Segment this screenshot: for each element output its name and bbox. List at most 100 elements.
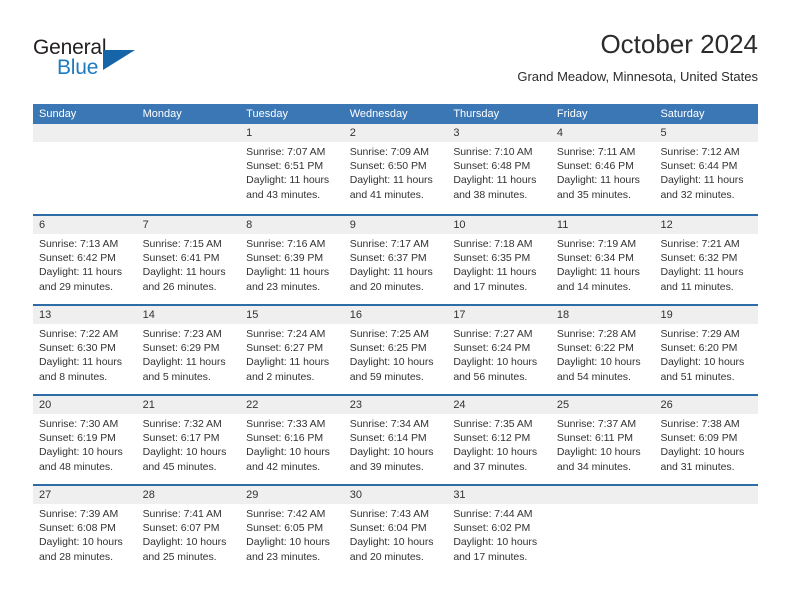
day-cell[interactable]: 17 Sunrise: 7:27 AM Sunset: 6:24 PM Dayligh…	[447, 306, 551, 394]
day-cell[interactable]: 14 Sunrise: 7:23 AM Sunset: 6:29 PM Dayligh…	[137, 306, 241, 394]
page-title: October 2024	[600, 29, 758, 59]
sunset-time: Sunset: 6:25 PM	[349, 342, 427, 355]
day-cell-empty	[654, 486, 758, 574]
day-number: 30	[349, 489, 362, 501]
sunset-time: Sunset: 6:27 PM	[246, 342, 324, 355]
day-sun-info: Sunrise: 7:07 AM Sunset: 6:51 PM Daylight:…	[246, 145, 338, 202]
day-cell[interactable]: 3 Sunrise: 7:10 AM Sunset: 6:48 PM Daylight…	[447, 124, 551, 214]
day-cell[interactable]: 20 Sunrise: 7:30 AM Sunset: 6:19 PM Dayligh…	[33, 396, 137, 484]
day-number: 10	[453, 219, 466, 231]
daylight-duration-line1: Daylight: 10 hours	[453, 446, 538, 459]
day-number: 7	[142, 219, 149, 231]
day-sun-info: Sunrise: 7:09 AM Sunset: 6:50 PM Daylight:…	[350, 145, 442, 202]
day-cell[interactable]: 10 Sunrise: 7:18 AM Sunset: 6:35 PM Dayligh…	[447, 216, 551, 304]
daylight-duration-line2: and 8 minutes.	[39, 370, 108, 383]
day-cell[interactable]: 22 Sunrise: 7:33 AM Sunset: 6:16 PM Dayligh…	[240, 396, 344, 484]
daylight-duration-line1: Daylight: 10 hours	[142, 446, 227, 459]
day-cell[interactable]: 26 Sunrise: 7:38 AM Sunset: 6:09 PM Dayligh…	[654, 396, 758, 484]
day-cell[interactable]: 28 Sunrise: 7:41 AM Sunset: 6:07 PM Dayligh…	[137, 486, 241, 574]
day-cell[interactable]: 5 Sunrise: 7:12 AM Sunset: 6:44 PM Daylight…	[654, 124, 758, 214]
calendar-week-row: 20 Sunrise: 7:30 AM Sunset: 6:19 PM Dayligh…	[33, 394, 758, 484]
daylight-duration-line2: and 28 minutes.	[39, 550, 113, 563]
daylight-duration-line2: and 31 minutes.	[660, 460, 735, 473]
day-number: 26	[660, 399, 673, 411]
daylight-duration-line1: Daylight: 10 hours	[660, 356, 745, 369]
day-number: 29	[246, 489, 259, 501]
sunrise-time: Sunrise: 7:37 AM	[556, 418, 637, 430]
general-blue-logo[interactable]: General Blue	[33, 36, 153, 84]
day-number: 2	[349, 127, 356, 139]
day-number: 19	[660, 309, 673, 321]
day-cell[interactable]: 12 Sunrise: 7:21 AM Sunset: 6:32 PM Dayligh…	[654, 216, 758, 304]
day-sun-info: Sunrise: 7:29 AM Sunset: 6:20 PM Daylight:…	[660, 327, 752, 384]
day-sun-info: Sunrise: 7:18 AM Sunset: 6:35 PM Daylight:…	[453, 237, 545, 294]
day-sun-info: Sunrise: 7:43 AM Sunset: 6:04 PM Daylight:…	[350, 507, 442, 564]
sunrise-time: Sunrise: 7:34 AM	[349, 418, 429, 430]
daylight-duration-line2: and 23 minutes.	[246, 280, 321, 293]
day-cell[interactable]: 23 Sunrise: 7:34 AM Sunset: 6:14 PM Dayligh…	[344, 396, 448, 484]
day-cell[interactable]: 9 Sunrise: 7:17 AM Sunset: 6:37 PM Daylight…	[344, 216, 448, 304]
daylight-duration-line2: and 41 minutes.	[349, 188, 424, 201]
sunrise-time: Sunrise: 7:16 AM	[246, 238, 326, 250]
day-cell[interactable]: 4 Sunrise: 7:11 AM Sunset: 6:46 PM Daylight…	[551, 124, 655, 214]
sunrise-time: Sunrise: 7:23 AM	[142, 328, 222, 340]
day-cell[interactable]: 7 Sunrise: 7:15 AM Sunset: 6:41 PM Daylight…	[137, 216, 241, 304]
sunrise-time: Sunrise: 7:11 AM	[556, 146, 636, 158]
day-sun-info: Sunrise: 7:12 AM Sunset: 6:44 PM Daylight:…	[660, 145, 752, 202]
daylight-duration-line2: and 5 minutes.	[142, 370, 211, 383]
daylight-duration-line2: and 34 minutes.	[556, 460, 631, 473]
day-cell[interactable]: 2 Sunrise: 7:09 AM Sunset: 6:50 PM Daylight…	[344, 124, 448, 214]
day-number: 23	[349, 399, 362, 411]
daylight-duration-line1: Daylight: 11 hours	[142, 356, 226, 369]
daylight-duration-line1: Daylight: 10 hours	[556, 356, 641, 369]
sunset-time: Sunset: 6:42 PM	[39, 252, 116, 265]
calendar-week-row: 13 Sunrise: 7:22 AM Sunset: 6:30 PM Dayligh…	[33, 304, 758, 394]
day-cell[interactable]: 6 Sunrise: 7:13 AM Sunset: 6:42 PM Daylight…	[33, 216, 137, 304]
sunrise-time: Sunrise: 7:25 AM	[349, 328, 429, 340]
sunset-time: Sunset: 6:11 PM	[556, 432, 633, 445]
day-cell[interactable]: 19 Sunrise: 7:29 AM Sunset: 6:20 PM Dayligh…	[654, 306, 758, 394]
weekday-header-thursday: Thursday	[453, 108, 500, 120]
day-cell[interactable]: 31 Sunrise: 7:44 AM Sunset: 6:02 PM Dayligh…	[447, 486, 551, 574]
sunset-time: Sunset: 6:08 PM	[39, 522, 116, 535]
day-cell[interactable]: 27 Sunrise: 7:39 AM Sunset: 6:08 PM Dayligh…	[33, 486, 137, 574]
daylight-duration-line2: and 37 minutes.	[453, 460, 528, 473]
day-cell[interactable]: 8 Sunrise: 7:16 AM Sunset: 6:39 PM Daylight…	[240, 216, 344, 304]
calendar-week-row: 1 Sunrise: 7:07 AM Sunset: 6:51 PM Daylight…	[33, 124, 758, 214]
day-cell[interactable]: 15 Sunrise: 7:24 AM Sunset: 6:27 PM Dayligh…	[240, 306, 344, 394]
calendar-week-row: 27 Sunrise: 7:39 AM Sunset: 6:08 PM Dayligh…	[33, 484, 758, 574]
daylight-duration-line1: Daylight: 10 hours	[349, 446, 434, 459]
day-number: 1	[246, 127, 253, 139]
day-cell[interactable]: 29 Sunrise: 7:42 AM Sunset: 6:05 PM Dayligh…	[240, 486, 344, 574]
sunrise-time: Sunrise: 7:43 AM	[349, 508, 429, 520]
sunset-time: Sunset: 6:20 PM	[660, 342, 738, 355]
day-sun-info: Sunrise: 7:38 AM Sunset: 6:09 PM Daylight:…	[660, 417, 752, 474]
sunrise-time: Sunrise: 7:13 AM	[39, 238, 119, 250]
daylight-duration-line2: and 23 minutes.	[246, 550, 321, 563]
daylight-duration-line1: Daylight: 10 hours	[453, 536, 538, 549]
day-cell[interactable]: 16 Sunrise: 7:25 AM Sunset: 6:25 PM Dayligh…	[344, 306, 448, 394]
sunrise-time: Sunrise: 7:27 AM	[453, 328, 533, 340]
day-cell[interactable]: 1 Sunrise: 7:07 AM Sunset: 6:51 PM Daylight…	[240, 124, 344, 214]
logo-text-blue: Blue	[57, 56, 99, 79]
daylight-duration-line2: and 11 minutes.	[660, 280, 734, 293]
day-cell[interactable]: 11 Sunrise: 7:19 AM Sunset: 6:34 PM Dayligh…	[551, 216, 655, 304]
daylight-duration-line2: and 35 minutes.	[556, 188, 631, 201]
daylight-duration-line1: Daylight: 11 hours	[453, 174, 537, 187]
sunrise-time: Sunrise: 7:28 AM	[556, 328, 637, 340]
day-number	[143, 124, 235, 142]
day-number: 3	[453, 127, 460, 139]
weekday-header-monday: Monday	[142, 108, 182, 120]
day-number	[39, 124, 131, 142]
day-cell[interactable]: 24 Sunrise: 7:35 AM Sunset: 6:12 PM Dayligh…	[447, 396, 551, 484]
day-sun-info: Sunrise: 7:24 AM Sunset: 6:27 PM Daylight:…	[246, 327, 338, 384]
sunset-time: Sunset: 6:41 PM	[142, 252, 220, 265]
day-sun-info: Sunrise: 7:27 AM Sunset: 6:24 PM Daylight:…	[453, 327, 545, 384]
day-cell[interactable]: 30 Sunrise: 7:43 AM Sunset: 6:04 PM Dayligh…	[344, 486, 448, 574]
daylight-duration-line2: and 59 minutes.	[349, 370, 424, 383]
day-cell[interactable]: 13 Sunrise: 7:22 AM Sunset: 6:30 PM Dayligh…	[33, 306, 137, 394]
day-cell[interactable]: 21 Sunrise: 7:32 AM Sunset: 6:17 PM Dayligh…	[137, 396, 241, 484]
sunrise-time: Sunrise: 7:44 AM	[453, 508, 533, 520]
day-cell[interactable]: 18 Sunrise: 7:28 AM Sunset: 6:22 PM Dayligh…	[551, 306, 655, 394]
day-cell[interactable]: 25 Sunrise: 7:37 AM Sunset: 6:11 PM Dayligh…	[551, 396, 655, 484]
